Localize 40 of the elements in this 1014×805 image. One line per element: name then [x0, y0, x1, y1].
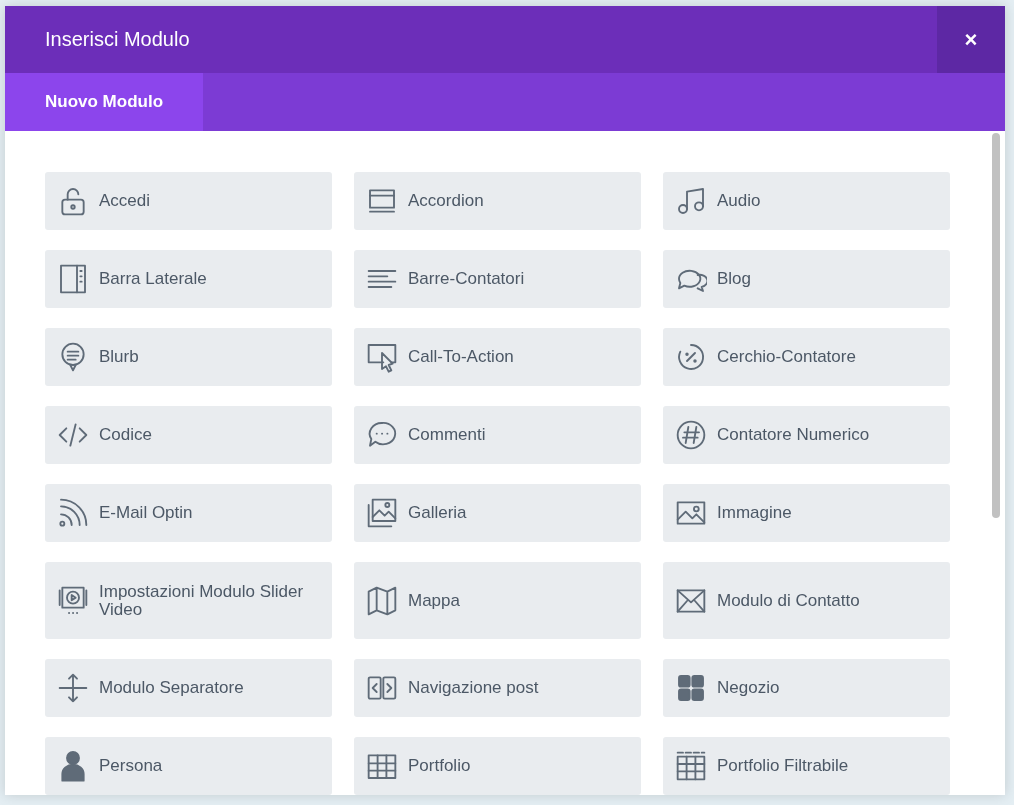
hash-icon: [675, 419, 707, 451]
module-button[interactable]: Blog: [663, 250, 950, 308]
module-button[interactable]: Immagine: [663, 484, 950, 542]
module-button[interactable]: Blurb: [45, 328, 332, 386]
module-button[interactable]: Portfolio Filtrabile: [663, 737, 950, 795]
image-stack-icon: [366, 497, 398, 529]
dialog-title: Inserisci Modulo: [45, 28, 190, 51]
module-button[interactable]: Navigazione post: [354, 659, 641, 717]
tab[interactable]: Nuovo Modulo: [5, 73, 204, 131]
module-button[interactable]: Portfolio: [354, 737, 641, 795]
module-button[interactable]: Codice: [45, 406, 332, 464]
scrollbar-thumb[interactable]: [992, 133, 1000, 518]
module-button[interactable]: Mappa: [354, 562, 641, 639]
rss-icon: [57, 497, 89, 529]
close-button[interactable]: ×: [937, 6, 1005, 73]
module-button[interactable]: Audio: [663, 172, 950, 230]
separator-icon: [57, 672, 89, 704]
module-button[interactable]: Contatore Numerico: [663, 406, 950, 464]
module-button[interactable]: Accedi: [45, 172, 332, 230]
module-button[interactable]: E-Mail Optin: [45, 484, 332, 542]
gauge-circle-icon: [675, 341, 707, 373]
map-icon: [366, 584, 398, 617]
video-slider-icon: [57, 584, 89, 617]
module-button[interactable]: Modulo Separatore: [45, 659, 332, 717]
module-button[interactable]: Negozio: [663, 659, 950, 717]
module-button[interactable]: Modulo di Contatto: [663, 562, 950, 639]
module-button[interactable]: Barra Laterale: [45, 250, 332, 308]
squares-icon: [675, 672, 707, 704]
cursor-icon: [366, 341, 398, 373]
module-button[interactable]: Accordion: [354, 172, 641, 230]
module-button[interactable]: Call-To-Action: [354, 328, 641, 386]
music-note-icon: [675, 185, 707, 217]
module-button[interactable]: Galleria: [354, 484, 641, 542]
module-button[interactable]: Cerchio-Contatore: [663, 328, 950, 386]
module-button[interactable]: Persona: [45, 737, 332, 795]
module-button[interactable]: Barre-Contatori: [354, 250, 641, 308]
filter-grid-icon: [675, 750, 707, 782]
module-button[interactable]: Commenti: [354, 406, 641, 464]
module-button[interactable]: Impostazioni Modulo Slider Video: [45, 562, 332, 639]
sidebar-icon: [57, 263, 89, 295]
